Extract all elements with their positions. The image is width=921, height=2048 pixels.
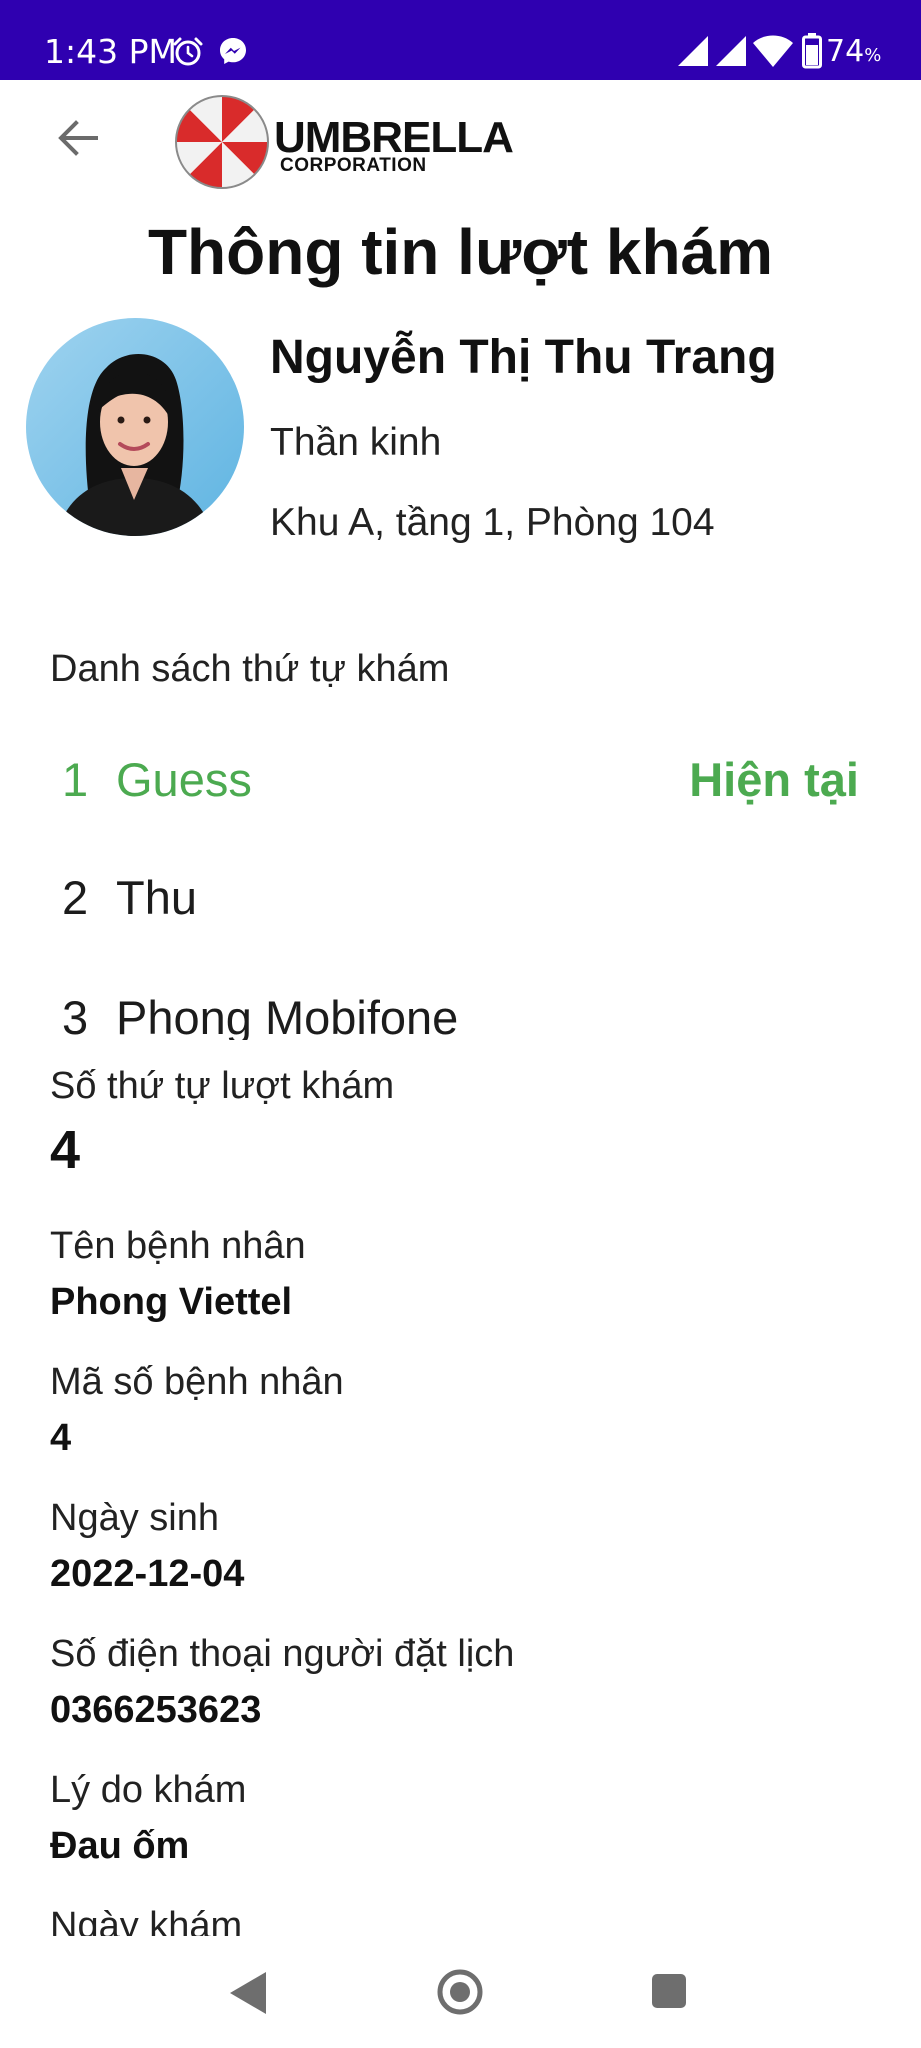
doctor-avatar	[26, 318, 244, 536]
system-nav-bar	[0, 1936, 921, 2048]
doctor-specialty: Thần kinh	[270, 421, 442, 464]
patient-id-label: Mã số bệnh nhân	[50, 1361, 344, 1403]
queue-item-number: 2	[62, 871, 89, 924]
doctor-room: Khu A, tầng 1, Phòng 104	[270, 501, 715, 544]
booker-phone-value: 0366253623	[50, 1689, 262, 1731]
logo-title: UMBRELLA	[274, 113, 514, 162]
status-time: 1:43 PM	[44, 32, 177, 71]
visit-reason-value: Đau ốm	[50, 1825, 190, 1867]
visit-reason-label: Lý do khám	[50, 1769, 247, 1811]
doctor-name: Nguyễn Thị Thu Trang	[270, 331, 777, 384]
battery-value: 74	[826, 34, 865, 69]
queue-list[interactable]: 1 Guess Hiện tại 2 Thu 3 Phong Mobifone	[0, 740, 921, 1040]
birth-date-value: 2022-12-04	[50, 1553, 245, 1595]
page-title: Thông tin lượt khám	[147, 216, 774, 288]
signal-icon	[678, 36, 708, 66]
signal-icon	[716, 36, 746, 66]
home-circle-icon[interactable]	[436, 1968, 484, 2016]
queue-item-status: Hiện tại	[689, 753, 859, 806]
queue-item-number: 1	[62, 753, 89, 806]
queue-item-name: Guess	[116, 753, 252, 806]
queue-number-label: Số thứ tự lượt khám	[50, 1065, 395, 1107]
patient-name-value: Phong Viettel	[50, 1281, 293, 1323]
patient-name-label: Tên bệnh nhân	[50, 1225, 306, 1267]
back-button[interactable]	[52, 112, 104, 164]
back-triangle-icon[interactable]	[226, 1970, 270, 2016]
visit-date-label: Ngày khám	[50, 1905, 243, 1936]
queue-item-name: Thu	[116, 871, 197, 924]
wifi-icon	[753, 35, 793, 67]
logo-subtitle: CORPORATION	[280, 155, 427, 176]
queue-heading: Danh sách thứ tự khám	[50, 648, 450, 690]
battery-icon	[802, 33, 822, 69]
queue-item-number: 3	[62, 991, 89, 1040]
battery-unit: %	[864, 45, 882, 66]
umbrella-logo: UMBRELLA CORPORATION	[172, 92, 542, 192]
doctor-photo	[26, 318, 244, 536]
recents-square-icon[interactable]	[650, 1972, 688, 2010]
queue-item[interactable]: 2 Thu	[0, 858, 921, 938]
arrow-left-icon	[58, 120, 98, 156]
appointment-details[interactable]: Số thứ tự lượt khám 4 Tên bệnh nhân Phon…	[0, 1062, 921, 1936]
birth-date-label: Ngày sinh	[50, 1497, 219, 1539]
patient-id-value: 4	[50, 1417, 72, 1459]
battery-level: 74%	[826, 33, 881, 75]
booker-phone-label: Số điện thoại người đặt lịch	[50, 1633, 515, 1675]
messenger-icon	[220, 38, 246, 64]
queue-number-value: 4	[50, 1120, 81, 1180]
queue-item[interactable]: 1 Guess Hiện tại	[0, 740, 921, 820]
umbrella-logo-icon	[175, 95, 269, 189]
alarm-icon	[173, 37, 203, 66]
queue-item-name: Phong Mobifone	[116, 991, 459, 1040]
status-bar: 1:43 PM 74%	[0, 0, 921, 80]
queue-item[interactable]: 3 Phong Mobifone	[0, 978, 921, 1040]
